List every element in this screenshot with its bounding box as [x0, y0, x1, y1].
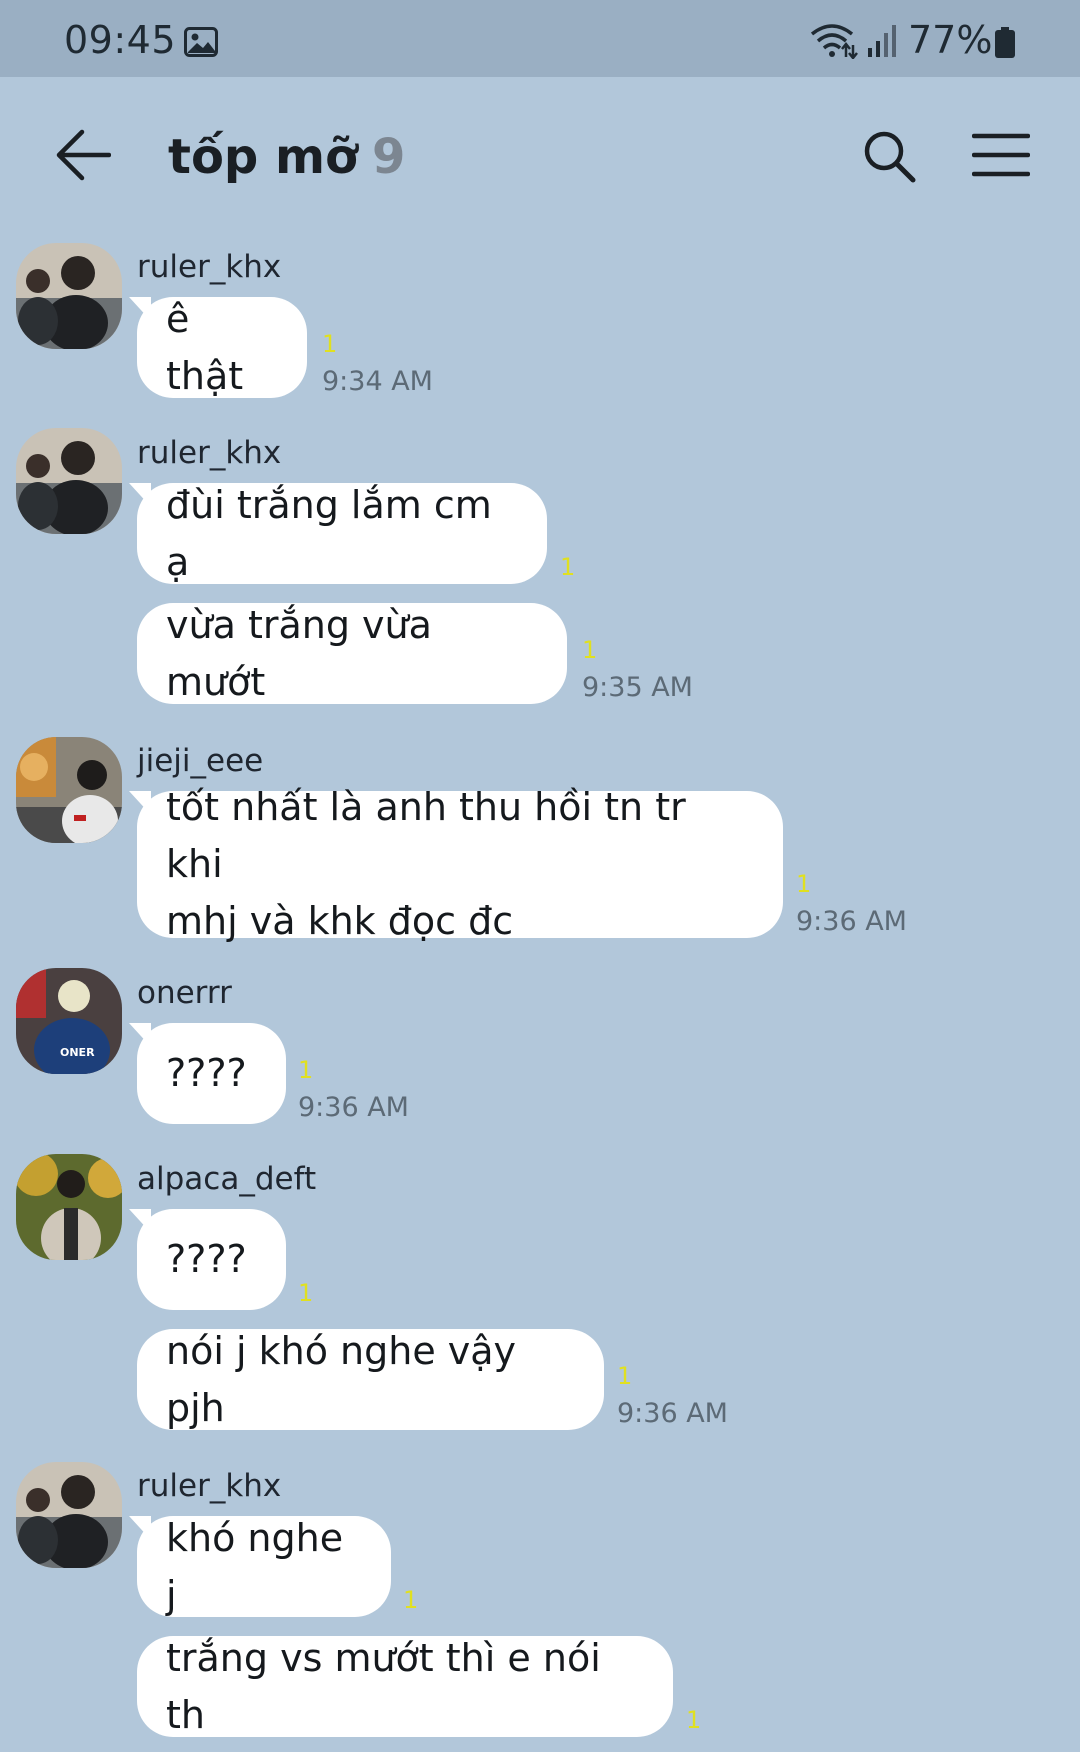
avatar[interactable] — [16, 737, 122, 843]
sender-name: ruler_khx — [137, 435, 282, 471]
message-bubble[interactable]: trắng vs mướt thì e nói th — [137, 1636, 673, 1737]
unread-count: 1 — [403, 1586, 419, 1614]
sender-name: ruler_khx — [137, 1468, 282, 1504]
message-bubble[interactable]: ???? — [129, 1209, 286, 1310]
avatar[interactable] — [16, 243, 122, 349]
unread-count: 1 — [298, 1056, 314, 1084]
message-bubble[interactable]: khó nghe j — [129, 1516, 391, 1617]
unread-count: 1 — [617, 1362, 633, 1390]
sender-name: onerrr — [137, 975, 232, 1011]
sender-name: alpaca_deft — [137, 1161, 317, 1197]
unread-count: 1 — [322, 330, 338, 358]
avatar[interactable]: ONER — [16, 968, 122, 1074]
unread-count: 1 — [582, 636, 598, 664]
message-time: 9:36 AM — [796, 906, 907, 937]
avatar-jersey-text: ONER — [60, 1046, 95, 1059]
message-time: 9:36 AM — [617, 1398, 728, 1429]
avatar[interactable] — [16, 1154, 122, 1260]
unread-count: 1 — [686, 1706, 702, 1734]
unread-count: 1 — [560, 553, 576, 581]
message-bubble[interactable]: ê thật — [129, 297, 307, 398]
message-bubble[interactable]: vừa trắng vừa mướt — [137, 603, 567, 704]
unread-count: 1 — [298, 1279, 314, 1307]
avatar[interactable] — [16, 428, 122, 534]
sender-name: ruler_khx — [137, 249, 282, 285]
message-bubble[interactable]: đùi trắng lắm cm ạ — [129, 483, 547, 584]
message-time: 9:34 AM — [322, 366, 433, 397]
message-bubble[interactable]: nói j khó nghe vậy pjh — [137, 1329, 604, 1430]
message-list[interactable]: ruler_khx ê thật 1 9:34 AM ruler_khx đùi… — [0, 0, 1080, 1752]
message-time: 9:36 AM — [298, 1092, 409, 1123]
message-bubble[interactable]: tốt nhất là anh thu hồi tn tr khi mhj và… — [129, 785, 783, 943]
avatar[interactable] — [16, 1462, 122, 1568]
message-time: 9:35 AM — [582, 672, 693, 703]
sender-name: jieji_eee — [137, 743, 264, 779]
unread-count: 1 — [796, 870, 812, 898]
message-bubble[interactable]: ???? — [129, 1023, 286, 1124]
